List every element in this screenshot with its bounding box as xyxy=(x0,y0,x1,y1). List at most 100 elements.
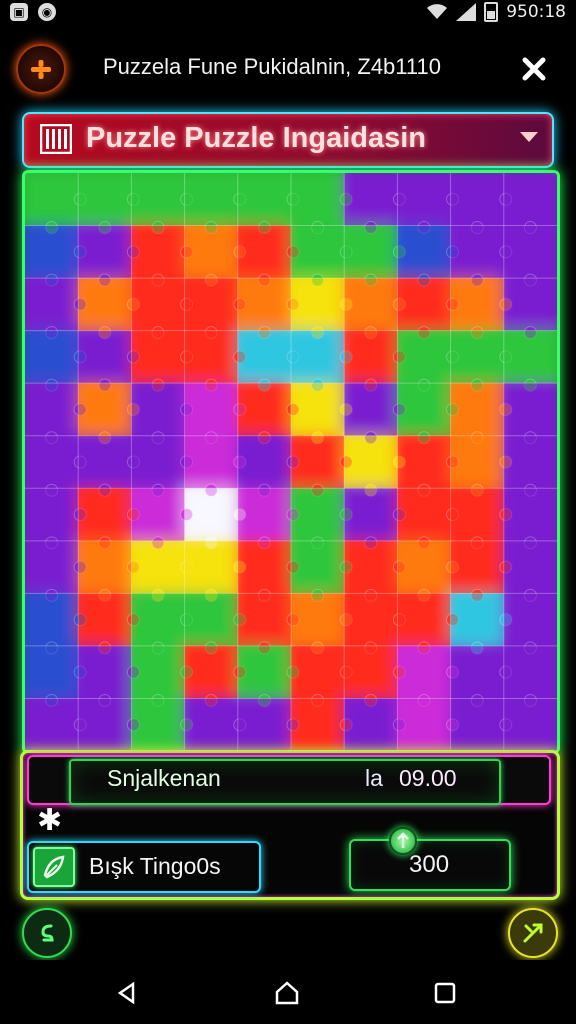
puzzle-piece[interactable] xyxy=(237,593,291,646)
puzzle-piece[interactable] xyxy=(291,488,345,541)
puzzle-piece[interactable] xyxy=(131,225,185,279)
puzzle-select-dropdown[interactable]: Puzzle Puzzle Ingaidasin xyxy=(22,112,554,168)
count-field[interactable]: 300 xyxy=(349,839,511,891)
puzzle-piece[interactable] xyxy=(503,593,557,646)
puzzle-piece[interactable] xyxy=(344,645,398,699)
puzzle-piece[interactable] xyxy=(237,488,291,541)
puzzle-piece[interactable] xyxy=(397,645,451,699)
puzzle-piece[interactable] xyxy=(237,645,291,699)
swap-button[interactable] xyxy=(22,908,72,958)
puzzle-board-canvas[interactable] xyxy=(25,173,557,751)
puzzle-piece[interactable] xyxy=(397,593,451,646)
puzzle-piece[interactable] xyxy=(291,330,345,384)
puzzle-piece[interactable] xyxy=(131,645,185,699)
puzzle-piece[interactable] xyxy=(397,278,451,331)
puzzle-piece[interactable] xyxy=(397,383,451,436)
recents-icon[interactable] xyxy=(428,976,462,1010)
puzzle-piece[interactable] xyxy=(78,330,132,384)
puzzle-piece[interactable] xyxy=(237,698,291,751)
close-button[interactable] xyxy=(514,49,554,89)
puzzle-piece[interactable] xyxy=(397,435,451,489)
puzzle-piece[interactable] xyxy=(450,278,504,331)
puzzle-piece[interactable] xyxy=(184,435,238,489)
puzzle-piece[interactable] xyxy=(291,540,345,594)
puzzle-piece[interactable] xyxy=(184,488,238,541)
asterisk-icon[interactable]: ✱ xyxy=(37,803,62,839)
puzzle-piece[interactable] xyxy=(344,383,398,436)
puzzle-piece[interactable] xyxy=(503,383,557,436)
puzzle-piece[interactable] xyxy=(78,540,132,594)
puzzle-piece[interactable] xyxy=(131,278,185,331)
puzzle-piece[interactable] xyxy=(503,488,557,541)
bonus-button[interactable]: Bışk Tingo0s xyxy=(27,841,261,893)
puzzle-piece[interactable] xyxy=(291,645,345,699)
puzzle-piece[interactable] xyxy=(450,698,504,751)
puzzle-piece[interactable] xyxy=(503,698,557,751)
puzzle-piece[interactable] xyxy=(131,540,185,594)
puzzle-piece[interactable] xyxy=(291,435,345,489)
puzzle-piece[interactable] xyxy=(78,383,132,436)
puzzle-piece[interactable] xyxy=(184,330,238,384)
back-icon[interactable] xyxy=(110,976,144,1010)
puzzle-piece[interactable] xyxy=(291,383,345,436)
puzzle-piece[interactable] xyxy=(25,278,79,331)
puzzle-piece[interactable] xyxy=(344,435,398,489)
puzzle-piece[interactable] xyxy=(237,330,291,384)
puzzle-piece[interactable] xyxy=(78,225,132,279)
puzzle-piece[interactable] xyxy=(184,645,238,699)
puzzle-piece[interactable] xyxy=(291,173,345,226)
puzzle-piece[interactable] xyxy=(503,173,557,226)
puzzle-piece[interactable] xyxy=(78,645,132,699)
puzzle-piece[interactable] xyxy=(25,593,79,646)
puzzle-piece[interactable] xyxy=(131,698,185,751)
puzzle-piece[interactable] xyxy=(25,488,79,541)
puzzle-piece[interactable] xyxy=(25,540,79,594)
puzzle-piece[interactable] xyxy=(78,593,132,646)
puzzle-piece[interactable] xyxy=(291,593,345,646)
puzzle-piece[interactable] xyxy=(184,593,238,646)
puzzle-piece[interactable] xyxy=(397,540,451,594)
puzzle-piece[interactable] xyxy=(291,225,345,279)
puzzle-piece[interactable] xyxy=(78,173,132,226)
puzzle-piece[interactable] xyxy=(237,225,291,279)
puzzle-piece[interactable] xyxy=(450,225,504,279)
puzzle-piece[interactable] xyxy=(25,330,79,384)
puzzle-piece[interactable] xyxy=(503,278,557,331)
puzzle-board[interactable] xyxy=(22,170,560,754)
puzzle-piece[interactable] xyxy=(78,488,132,541)
puzzle-piece[interactable] xyxy=(344,698,398,751)
shuffle-button[interactable] xyxy=(508,908,558,958)
puzzle-piece[interactable] xyxy=(503,435,557,489)
puzzle-piece[interactable] xyxy=(78,278,132,331)
puzzle-piece[interactable] xyxy=(184,173,238,226)
puzzle-piece[interactable] xyxy=(503,645,557,699)
puzzle-piece[interactable] xyxy=(184,383,238,436)
puzzle-piece[interactable] xyxy=(450,593,504,646)
puzzle-piece[interactable] xyxy=(450,330,504,384)
puzzle-piece[interactable] xyxy=(25,173,79,226)
puzzle-piece[interactable] xyxy=(237,173,291,226)
puzzle-piece[interactable] xyxy=(25,645,79,699)
puzzle-piece[interactable] xyxy=(184,540,238,594)
puzzle-piece[interactable] xyxy=(344,225,398,279)
puzzle-piece[interactable] xyxy=(25,225,79,279)
puzzle-piece[interactable] xyxy=(450,173,504,226)
puzzle-piece[interactable] xyxy=(25,435,79,489)
puzzle-piece[interactable] xyxy=(237,435,291,489)
puzzle-piece[interactable] xyxy=(78,698,132,751)
puzzle-piece[interactable] xyxy=(397,488,451,541)
puzzle-piece[interactable] xyxy=(131,173,185,226)
puzzle-piece[interactable] xyxy=(237,278,291,331)
puzzle-piece[interactable] xyxy=(450,488,504,541)
puzzle-piece[interactable] xyxy=(450,435,504,489)
puzzle-piece[interactable] xyxy=(78,435,132,489)
puzzle-piece[interactable] xyxy=(397,173,451,226)
puzzle-piece[interactable] xyxy=(184,698,238,751)
puzzle-piece[interactable] xyxy=(397,698,451,751)
puzzle-piece[interactable] xyxy=(25,698,79,751)
puzzle-piece[interactable] xyxy=(344,330,398,384)
puzzle-piece[interactable] xyxy=(503,225,557,279)
puzzle-piece[interactable] xyxy=(131,593,185,646)
puzzle-piece[interactable] xyxy=(131,330,185,384)
puzzle-piece[interactable] xyxy=(344,278,398,331)
